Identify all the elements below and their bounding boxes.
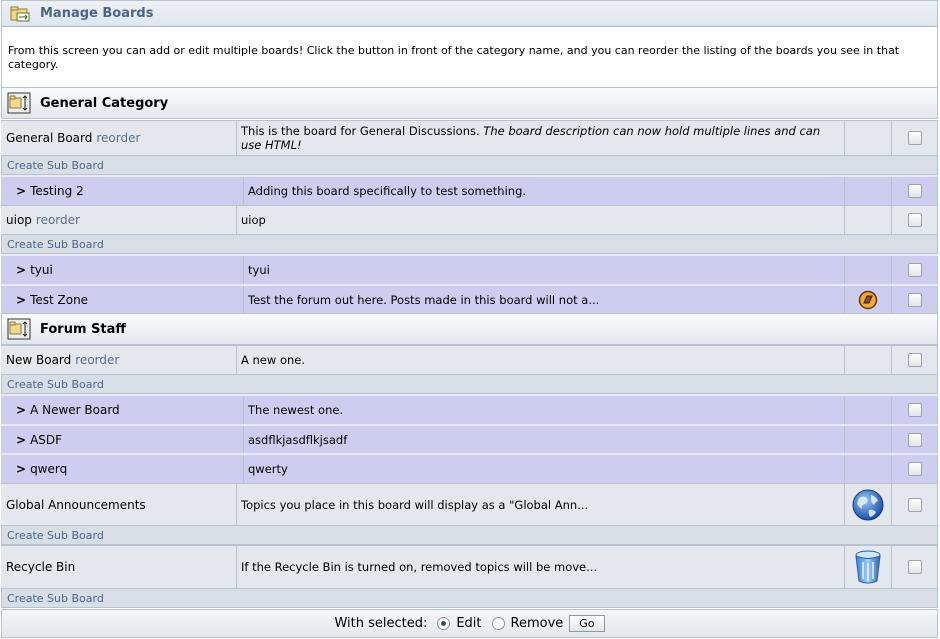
globe-icon: [852, 489, 884, 520]
board-description: qwerty: [244, 455, 845, 483]
board-checkbox[interactable]: [907, 432, 922, 447]
board-row: Global Announcements Topics you place in…: [1, 483, 938, 525]
board-description: This is the board for General Discussion…: [241, 124, 844, 152]
board-row-child: > Test Zone Test the forum out here. Pos…: [1, 284, 938, 313]
board-checkbox[interactable]: [907, 497, 922, 512]
board-name[interactable]: Testing 2: [30, 184, 84, 198]
page-title: Manage Boards: [40, 6, 154, 21]
board-row: General Board reorder This is the board …: [1, 120, 938, 155]
edit-radio-label[interactable]: Edit: [456, 616, 481, 631]
create-sub-board-link[interactable]: Create Sub Board: [1, 374, 938, 394]
board-checkbox[interactable]: [907, 213, 922, 227]
board-description: uiop: [237, 206, 845, 234]
board-checkbox[interactable]: [907, 462, 922, 476]
board-checkbox[interactable]: [907, 560, 922, 574]
board-checkbox[interactable]: [907, 292, 922, 307]
create-sub-board-link[interactable]: Create Sub Board: [1, 234, 938, 254]
board-name[interactable]: Recycle Bin: [6, 560, 75, 574]
category-name: General Category: [40, 95, 169, 111]
remove-radio-label[interactable]: Remove: [511, 616, 564, 631]
edit-radio[interactable]: [437, 617, 451, 630]
child-marker: >: [16, 184, 27, 198]
board-description: asdflkjasdflkjsadf: [244, 426, 845, 453]
board-name[interactable]: Global Announcements: [6, 498, 146, 512]
reorder-link[interactable]: reorder: [96, 131, 140, 145]
board-name[interactable]: qwerq: [30, 462, 67, 476]
board-name[interactable]: ASDF: [30, 433, 62, 447]
create-sub-board-link[interactable]: Create Sub Board: [1, 525, 938, 545]
remove-radio[interactable]: [491, 617, 505, 630]
board-row-child: > tyui tyui: [1, 254, 938, 284]
board-icon-cell: [845, 121, 892, 155]
child-marker: >: [16, 403, 27, 417]
board-row: New Board reorder A new one.: [1, 345, 938, 374]
go-button[interactable]: Go: [569, 615, 605, 632]
board-checkbox[interactable]: [907, 403, 922, 417]
board-name[interactable]: uiop: [6, 213, 32, 227]
child-marker: >: [16, 292, 27, 307]
child-marker: >: [16, 263, 27, 277]
board-icon-cell: [845, 426, 892, 453]
board-checkbox[interactable]: [907, 131, 922, 145]
board-row-child: > qwerq qwerty: [1, 453, 938, 483]
board-checkbox[interactable]: [907, 184, 922, 198]
board-row: uiop reorder uiop: [1, 205, 938, 234]
bulk-action-label: With selected:: [334, 616, 428, 631]
create-sub-board-link[interactable]: Create Sub Board: [1, 155, 938, 175]
board-description: Test the forum out here. Posts made in t…: [244, 286, 845, 313]
create-sub-board-link[interactable]: Create Sub Board: [1, 588, 938, 608]
board-description-text: This is the board for General Discussion…: [241, 124, 484, 138]
board-description: The newest one.: [244, 396, 845, 424]
board-icon-cell: [845, 177, 892, 205]
board-description: tyui: [244, 256, 845, 284]
board-name[interactable]: New Board: [6, 353, 71, 367]
no-post-count-icon: [858, 290, 878, 309]
board-icon-cell: [845, 455, 892, 483]
board-row-child: > ASDF asdflkjasdflkjsadf: [1, 424, 938, 453]
folder-icon: [10, 6, 30, 21]
board-row-child: > Testing 2 Adding this board specifical…: [1, 175, 938, 205]
page-header: Manage Boards: [1, 0, 938, 27]
reorder-category-icon[interactable]: [7, 92, 31, 114]
board-icon-cell: [845, 396, 892, 424]
board-name[interactable]: A Newer Board: [30, 403, 120, 417]
reorder-link[interactable]: reorder: [36, 213, 80, 227]
board-checkbox[interactable]: [907, 353, 922, 367]
child-marker: >: [16, 432, 27, 447]
category-header-staff: Forum Staff: [1, 313, 938, 345]
board-description: A new one.: [237, 346, 845, 374]
board-row: Recycle Bin If the Recycle Bin is turned…: [1, 545, 938, 588]
category-name: Forum Staff: [40, 321, 126, 337]
category-header-general: General Category: [1, 87, 938, 119]
recycle-bin-icon: [855, 550, 881, 584]
board-description: If the Recycle Bin is turned on, removed…: [237, 546, 845, 588]
board-row-child: > A Newer Board The newest one.: [1, 394, 938, 424]
board-name[interactable]: tyui: [30, 263, 53, 277]
board-description: Topics you place in this board will disp…: [237, 484, 845, 525]
board-name[interactable]: Test Zone: [30, 293, 88, 307]
page-description: From this screen you can add or edit mul…: [1, 27, 938, 87]
board-icon-cell: [845, 206, 892, 234]
bulk-action-bar: With selected: Edit Remove Go: [1, 609, 938, 638]
board-name[interactable]: General Board: [6, 131, 92, 145]
reorder-link[interactable]: reorder: [75, 353, 119, 367]
reorder-category-icon[interactable]: [7, 318, 31, 340]
board-checkbox[interactable]: [907, 263, 922, 277]
child-marker: >: [16, 462, 27, 476]
board-icon-cell: [845, 346, 892, 374]
board-icon-cell: [845, 256, 892, 284]
board-description: Adding this board specifically to test s…: [244, 177, 845, 205]
